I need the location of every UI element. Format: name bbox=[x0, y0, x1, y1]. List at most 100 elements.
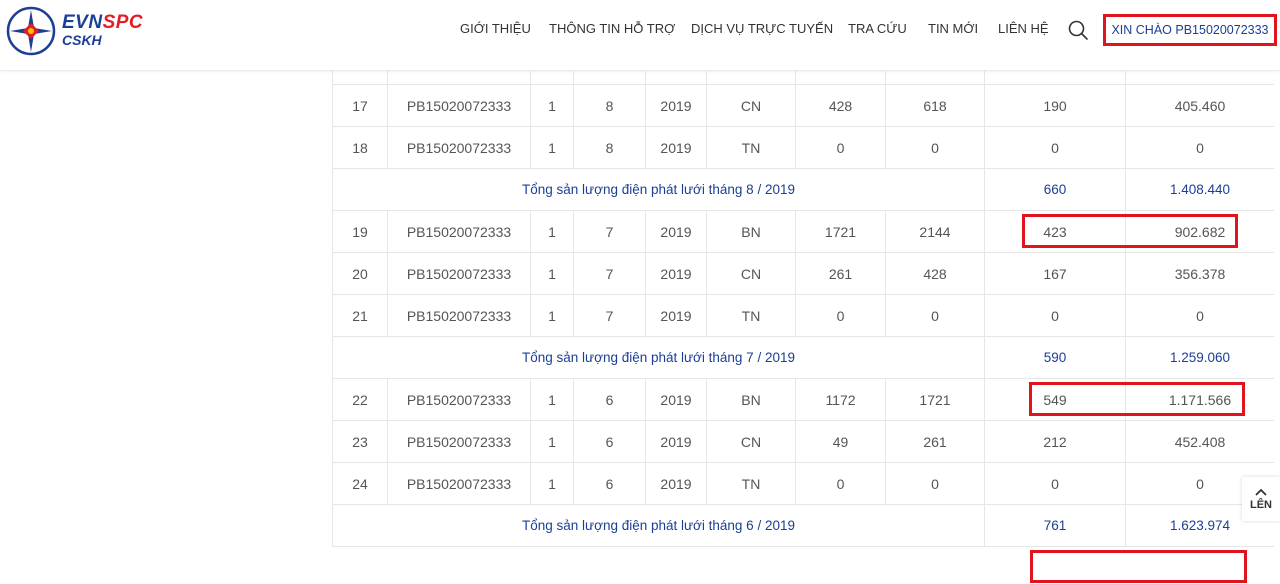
back-to-top-label: LÊN bbox=[1250, 499, 1272, 511]
nav-tra-cuu[interactable]: TRA CỨU bbox=[848, 21, 907, 36]
cell-output-kwh: 167 bbox=[984, 252, 1126, 295]
cell-new-index: 1721 bbox=[885, 378, 985, 421]
cell-old-index: 0 bbox=[795, 462, 886, 505]
cell-amount-vnd: 0 bbox=[1125, 126, 1274, 169]
cell-customer-code: PB15020072333 bbox=[387, 252, 531, 295]
cell-year: 2019 bbox=[645, 126, 707, 169]
cell-customer-code: PB15020072333 bbox=[387, 84, 531, 127]
table-row: 22 PB15020072333 1 6 2019 BN 1172 1721 549 1.171.… bbox=[332, 378, 1274, 421]
cell-stt: 24 bbox=[332, 462, 388, 505]
cell-year: 2019 bbox=[645, 420, 707, 463]
table-row: 17 PB15020072333 1 8 2019 CN 428 618 190 405.460 bbox=[332, 84, 1274, 127]
cell-amount-vnd: 452.408 bbox=[1125, 420, 1274, 463]
cell-output-kwh: 549 bbox=[984, 378, 1126, 421]
search-icon[interactable] bbox=[1067, 19, 1089, 41]
table-row: 24 PB15020072333 1 6 2019 TN 0 0 0 0 bbox=[332, 462, 1274, 505]
cell-stt: 16 bbox=[332, 70, 388, 85]
energy-output-table: 16PB15020072333182019BN214426144701.002.… bbox=[332, 70, 1274, 584]
cell-year: 2019 bbox=[645, 378, 707, 421]
logo-brand-main: EVN bbox=[62, 12, 103, 33]
evn-logo-icon bbox=[6, 6, 56, 56]
cell-meter-no: 1 bbox=[530, 126, 574, 169]
cell-new-index: 0 bbox=[885, 462, 985, 505]
table-body: 16PB15020072333182019BN214426144701.002.… bbox=[332, 70, 1274, 547]
monthly-total-output: 660 bbox=[984, 168, 1126, 211]
cell-old-index: 261 bbox=[795, 252, 886, 295]
cell-rate-type: TN bbox=[706, 126, 796, 169]
monthly-total-row: Tổng sản lượng điện phát lưới tháng 8 / … bbox=[332, 168, 1274, 211]
cell-amount-vnd: 902.682 bbox=[1125, 210, 1274, 253]
cell-rate-type: BN bbox=[706, 378, 796, 421]
site-header: EVNSPC CSKH GIỚI THIỆU THÔNG TIN HỖ TRỢ … bbox=[0, 0, 1280, 71]
cell-month: 8 bbox=[573, 126, 646, 169]
nav-lien-he[interactable]: LIÊN HỆ bbox=[998, 21, 1049, 36]
cell-stt: 17 bbox=[332, 84, 388, 127]
table-row: 16PB15020072333182019BN214426144701.002.… bbox=[332, 70, 1274, 85]
monthly-total-amount: 1.408.440 bbox=[1125, 168, 1274, 211]
cell-new-index: 0 bbox=[885, 126, 985, 169]
cell-meter-no: 1 bbox=[530, 210, 574, 253]
cell-meter-no: 1 bbox=[530, 420, 574, 463]
nav-gioi-thieu[interactable]: GIỚI THIỆU bbox=[460, 21, 531, 36]
cell-meter-no: 1 bbox=[530, 252, 574, 295]
cell-stt: 23 bbox=[332, 420, 388, 463]
monthly-total-row: Tổng sản lượng điện phát lưới tháng 6 / … bbox=[332, 504, 1274, 547]
monthly-total-label: Tổng sản lượng điện phát lưới tháng 6 / … bbox=[332, 504, 985, 547]
cell-rate-type: BN bbox=[706, 70, 796, 85]
nav-dich-vu-truc-tuyen[interactable]: DỊCH VỤ TRỰC TUYẾN bbox=[691, 21, 833, 36]
cell-rate-type: CN bbox=[706, 420, 796, 463]
cell-stt: 19 bbox=[332, 210, 388, 253]
cell-customer-code: PB15020072333 bbox=[387, 70, 531, 85]
cell-old-index: 49 bbox=[795, 420, 886, 463]
cell-year: 2019 bbox=[645, 294, 707, 337]
cell-rate-type: TN bbox=[706, 462, 796, 505]
cell-output-kwh: 0 bbox=[984, 462, 1126, 505]
cell-rate-type: CN bbox=[706, 252, 796, 295]
cell-meter-no: 1 bbox=[530, 294, 574, 337]
cell-new-index: 0 bbox=[885, 294, 985, 337]
cell-new-index: 2614 bbox=[885, 70, 985, 85]
nav-tin-moi[interactable]: TIN MỚI bbox=[928, 21, 978, 36]
cell-old-index: 428 bbox=[795, 84, 886, 127]
cell-meter-no: 1 bbox=[530, 70, 574, 85]
cell-month: 8 bbox=[573, 70, 646, 85]
cell-year: 2019 bbox=[645, 210, 707, 253]
back-to-top-button[interactable]: LÊN bbox=[1242, 477, 1280, 521]
cell-output-kwh: 190 bbox=[984, 84, 1126, 127]
cell-month: 7 bbox=[573, 210, 646, 253]
cell-amount-vnd: 405.460 bbox=[1125, 84, 1274, 127]
cell-customer-code: PB15020072333 bbox=[387, 294, 531, 337]
monthly-total-amount: 1.259.060 bbox=[1125, 336, 1274, 379]
logo-brand-accent: SPC bbox=[102, 12, 144, 33]
cell-customer-code: PB15020072333 bbox=[387, 126, 531, 169]
chevron-up-icon bbox=[1255, 488, 1267, 496]
highlight-box-jun bbox=[1030, 550, 1247, 583]
cell-year: 2019 bbox=[645, 70, 707, 85]
cell-month: 7 bbox=[573, 294, 646, 337]
monthly-total-output: 590 bbox=[984, 336, 1126, 379]
cell-stt: 22 bbox=[332, 378, 388, 421]
cell-amount-vnd: 1.002.980 bbox=[1125, 70, 1274, 85]
cell-stt: 21 bbox=[332, 294, 388, 337]
cell-year: 2019 bbox=[645, 252, 707, 295]
cell-new-index: 2144 bbox=[885, 210, 985, 253]
evnspc-logo[interactable]: EVNSPC CSKH bbox=[6, 6, 166, 56]
cell-output-kwh: 0 bbox=[984, 294, 1126, 337]
monthly-total-label: Tổng sản lượng điện phát lưới tháng 8 / … bbox=[332, 168, 985, 211]
cell-output-kwh: 212 bbox=[984, 420, 1126, 463]
nav-thong-tin-ho-tro[interactable]: THÔNG TIN HỖ TRỢ bbox=[549, 21, 675, 36]
cell-customer-code: PB15020072333 bbox=[387, 210, 531, 253]
cell-amount-vnd: 356.378 bbox=[1125, 252, 1274, 295]
output-table: 16PB15020072333182019BN214426144701.002.… bbox=[332, 70, 1274, 547]
cell-year: 2019 bbox=[645, 462, 707, 505]
cell-meter-no: 1 bbox=[530, 378, 574, 421]
cell-year: 2019 bbox=[645, 84, 707, 127]
monthly-total-output: 761 bbox=[984, 504, 1126, 547]
cell-meter-no: 1 bbox=[530, 462, 574, 505]
user-greeting-button[interactable]: XIN CHÀO PB15020072333 bbox=[1103, 14, 1277, 46]
cell-customer-code: PB15020072333 bbox=[387, 378, 531, 421]
cell-month: 6 bbox=[573, 378, 646, 421]
monthly-total-label: Tổng sản lượng điện phát lưới tháng 7 / … bbox=[332, 336, 985, 379]
cell-new-index: 428 bbox=[885, 252, 985, 295]
cell-rate-type: TN bbox=[706, 294, 796, 337]
